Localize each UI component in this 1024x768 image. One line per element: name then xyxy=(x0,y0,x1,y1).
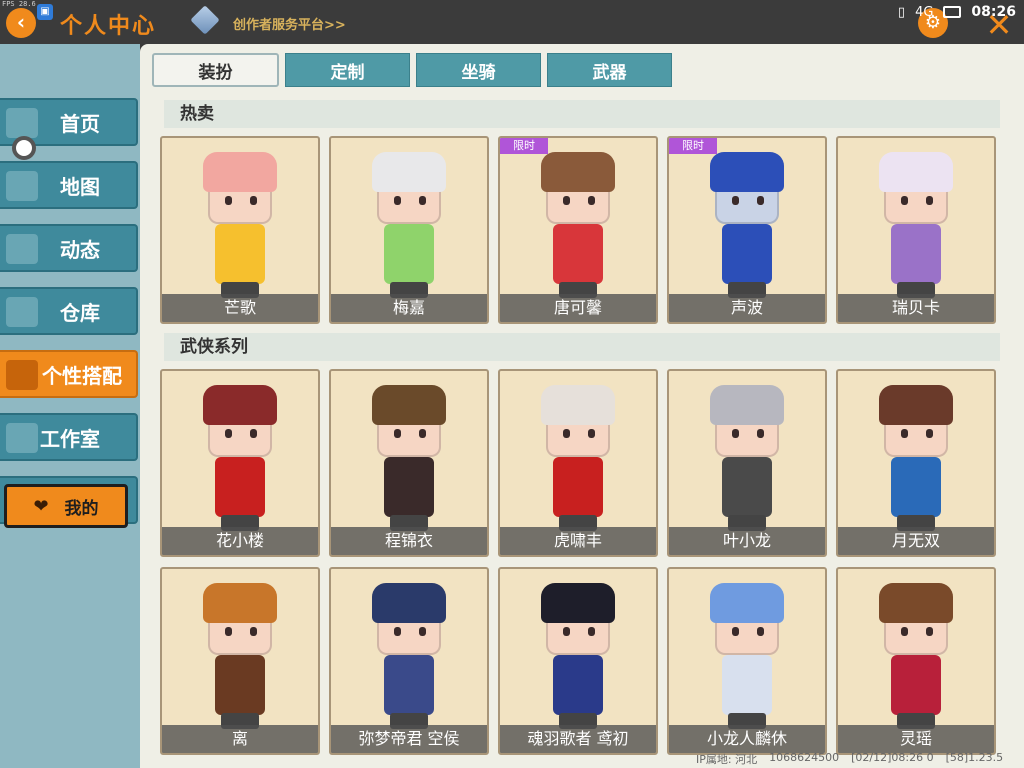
character-figure xyxy=(702,150,792,300)
vibrate-icon: ▯ xyxy=(897,4,906,20)
character-figure xyxy=(195,383,285,533)
character-figure xyxy=(195,150,285,300)
outfit-card[interactable]: 小龙人麟休 xyxy=(667,567,827,755)
sidebar-item-1[interactable]: 地图 xyxy=(0,161,138,209)
outfit-name: 梅嘉 xyxy=(331,294,487,322)
outfit-card[interactable]: 虎啸丰 xyxy=(498,369,658,557)
mine-button[interactable]: ❤ 我的 xyxy=(4,484,128,528)
outfit-name: 花小楼 xyxy=(162,527,318,555)
limited-badge: 限时 xyxy=(669,138,717,154)
map-icon xyxy=(6,171,38,201)
nav-indicator-dot xyxy=(12,136,36,160)
character-figure xyxy=(871,581,961,731)
outfit-name: 弥梦帝君 空侯 xyxy=(331,725,487,753)
outfit-name: 离 xyxy=(162,725,318,753)
limited-badge: 限时 xyxy=(500,138,548,154)
outfit-card[interactable]: 梅嘉 xyxy=(329,136,489,324)
back-button[interactable]: ‹ xyxy=(6,8,36,38)
ip-location: IP属地: 河北 xyxy=(696,753,758,766)
creator-platform-link[interactable]: 创作者服务平台>> xyxy=(233,14,346,33)
user-id: 1068624500 xyxy=(769,751,840,764)
clock: 08:26 xyxy=(971,4,1016,20)
outfit-card[interactable]: 程锦衣 xyxy=(329,369,489,557)
network-indicator: 4G xyxy=(915,4,934,20)
sidebar-item-2[interactable]: 动态 xyxy=(0,224,138,272)
character-figure xyxy=(533,150,623,300)
outfit-name: 芒歌 xyxy=(162,294,318,322)
outfit-card[interactable]: 灵瑶 xyxy=(836,567,996,755)
sidebar-item-5[interactable]: 工作室 xyxy=(0,413,138,461)
footer-info: IP属地: 河北 1068624500 [02/12]08:26 0 [58]1… xyxy=(696,751,1003,767)
outfit-card[interactable]: 月无双 xyxy=(836,369,996,557)
outfit-name: 魂羽歌者 鸢初 xyxy=(500,725,656,753)
hot-grid: 芒歌 梅嘉 限时 唐可馨 限时 声波 瑞贝卡 xyxy=(160,136,996,324)
character-figure xyxy=(195,581,285,731)
battery-icon xyxy=(943,6,962,18)
outfit-card[interactable]: 叶小龙 xyxy=(667,369,827,557)
outfit-name: 小龙人麟休 xyxy=(669,725,825,753)
outfit-name: 虎啸丰 xyxy=(500,527,656,555)
character-figure xyxy=(364,581,454,731)
outfit-card[interactable]: 魂羽歌者 鸢初 xyxy=(498,567,658,755)
top-bar: FPS 28.6 ‹ ▣ 个人中心 创作者服务平台>> ⚙ ✕ ▯ 4G 08:… xyxy=(0,0,1024,44)
outfit-card[interactable]: 限时 唐可馨 xyxy=(498,136,658,324)
outfit-name: 唐可馨 xyxy=(500,294,656,322)
character-figure xyxy=(702,383,792,533)
mine-label: 我的 xyxy=(64,498,99,519)
creator-cube-icon[interactable] xyxy=(190,5,220,35)
tab-0[interactable]: 装扮 xyxy=(152,53,279,87)
bell-icon xyxy=(6,234,38,264)
sidebar-item-label: 个性搭配 xyxy=(42,363,122,388)
outfit-card[interactable]: 弥梦帝君 空侯 xyxy=(329,567,489,755)
outfit-card[interactable]: 芒歌 xyxy=(160,136,320,324)
wardrobe-icon xyxy=(6,360,38,390)
wuxia-grid: 花小楼 程锦衣 虎啸丰 叶小龙 月无双离弥梦帝君 空侯 魂羽歌者 鸢初 小龙人麟休 灵瑶 xyxy=(160,369,996,755)
character-figure xyxy=(702,581,792,731)
page-title: 个人中心 xyxy=(60,14,157,39)
warehouse-icon xyxy=(6,297,38,327)
character-figure xyxy=(533,581,623,731)
timestamp: [02/12]08:26 0 xyxy=(851,751,934,764)
outfit-card[interactable]: 花小楼 xyxy=(160,369,320,557)
home-icon xyxy=(6,108,38,138)
section-header-hot: 热卖 xyxy=(164,100,1000,128)
tab-1[interactable]: 定制 xyxy=(285,53,410,87)
status-bar: ▯ 4G 08:26 xyxy=(898,4,1016,20)
tab-3[interactable]: 武器 xyxy=(547,53,672,87)
sidebar-item-label: 工作室 xyxy=(40,426,100,451)
outfit-name: 叶小龙 xyxy=(669,527,825,555)
section-header-wuxia: 武侠系列 xyxy=(164,333,1000,361)
character-figure xyxy=(364,150,454,300)
studio-icon xyxy=(6,423,38,453)
outfit-name: 月无双 xyxy=(838,527,994,555)
notification-icon: ▣ xyxy=(37,4,53,20)
main-panel: 装扮 定制 坐骑 武器 热卖 芒歌 梅嘉 限时 唐可馨 限时 声波 瑞贝卡 武侠系列 花小楼 程锦衣… xyxy=(140,44,1024,768)
sidebar-item-label: 地图 xyxy=(60,174,100,199)
tab-2[interactable]: 坐骑 xyxy=(416,53,541,87)
sidebar-item-label: 仓库 xyxy=(60,300,100,325)
sidebar xyxy=(0,44,140,768)
outfit-name: 灵瑶 xyxy=(838,725,994,753)
outfit-card[interactable]: 离 xyxy=(160,567,320,755)
character-figure xyxy=(533,383,623,533)
sidebar-item-4[interactable]: 个性搭配 xyxy=(0,350,138,398)
tab-bar: 装扮 定制 坐骑 武器 xyxy=(152,53,672,87)
outfit-card[interactable]: 瑞贝卡 xyxy=(836,136,996,324)
character-figure xyxy=(364,383,454,533)
sidebar-item-label: 动态 xyxy=(60,237,100,262)
character-figure xyxy=(871,383,961,533)
outfit-name: 声波 xyxy=(669,294,825,322)
heart-icon: ❤ xyxy=(33,495,49,517)
sidebar-item-3[interactable]: 仓库 xyxy=(0,287,138,335)
outfit-name: 程锦衣 xyxy=(331,527,487,555)
sidebar-item-label: 首页 xyxy=(60,111,100,136)
character-figure xyxy=(871,150,961,300)
outfit-name: 瑞贝卡 xyxy=(838,294,994,322)
fps-counter: FPS 28.6 xyxy=(2,0,36,8)
outfit-card[interactable]: 限时 声波 xyxy=(667,136,827,324)
version: [58]1.23.5 xyxy=(945,751,1004,764)
